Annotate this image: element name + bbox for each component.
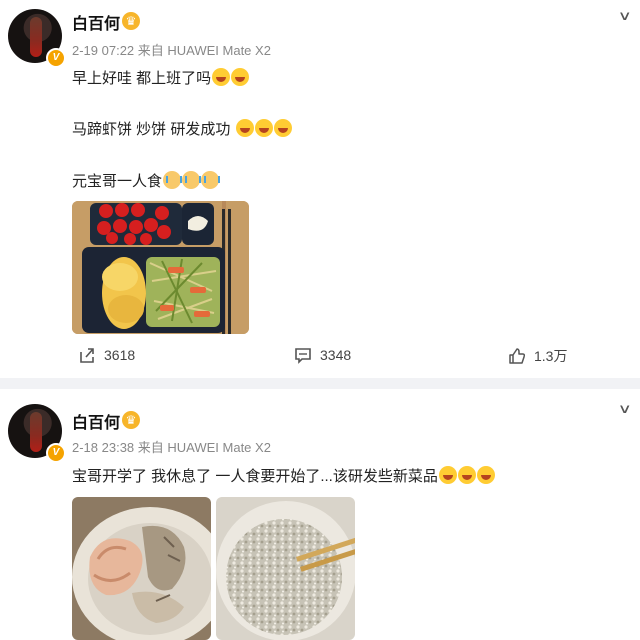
post-meta: 2-19 07:22 来自 HUAWEI Mate X2 — [72, 43, 271, 58]
post-text-line: 马蹄虾饼 炒饼 研发成功 — [72, 118, 292, 139]
username[interactable]: 白百何 — [72, 10, 120, 34]
post-text-line: 元宝哥一人食 — [72, 170, 221, 191]
laugh-emoji — [212, 68, 231, 86]
comment-button[interactable]: 3348 — [294, 346, 351, 364]
food-photo[interactable] — [72, 497, 211, 640]
post-text-line: 宝哥开学了 我休息了 一人食要开始了...该研发些新菜品 — [72, 465, 495, 486]
laugh-emoji — [476, 466, 495, 484]
verified-badge-icon: V — [46, 443, 66, 463]
cry-emoji — [182, 171, 202, 189]
like-button[interactable]: 1.3万 — [508, 346, 567, 366]
chevron-down-icon[interactable]: ∨ — [618, 8, 632, 24]
share-button[interactable]: 3618 — [78, 346, 135, 364]
post-text-line: 早上好哇 都上班了吗 — [72, 67, 250, 88]
share-count: 3618 — [104, 347, 136, 363]
like-icon — [509, 348, 526, 364]
laugh-emoji — [231, 68, 250, 86]
laugh-emoji — [438, 466, 457, 484]
laugh-emoji — [235, 119, 254, 137]
like-count: 1.3万 — [534, 348, 568, 364]
food-photo[interactable] — [216, 497, 355, 640]
username[interactable]: 白百何 — [72, 409, 120, 433]
cry-emoji — [201, 171, 221, 189]
verified-badge-icon: V — [46, 48, 66, 68]
cry-emoji — [163, 171, 183, 189]
food-photo-image — [216, 497, 355, 640]
chevron-down-icon[interactable]: ∨ — [618, 401, 632, 417]
food-photo-image — [72, 497, 211, 640]
vip-icon: ♛ — [122, 411, 140, 429]
laugh-emoji — [457, 466, 476, 484]
food-photo[interactable] — [72, 201, 249, 334]
laugh-emoji — [273, 119, 292, 137]
weibo-post: V 白百何 ♛ ∨ 2-19 07:22 来自 HUAWEI Mate X2 早… — [0, 0, 640, 378]
action-bar: 3618 3348 1.3万 — [0, 340, 640, 370]
food-photo-image — [72, 201, 249, 334]
comment-count: 3348 — [320, 347, 352, 363]
weibo-post: V 白百何 ♛ ∨ 2-18 23:38 来自 HUAWEI Mate X2 宝… — [0, 389, 640, 640]
post-meta: 2-18 23:38 来自 HUAWEI Mate X2 — [72, 440, 271, 455]
share-icon — [80, 348, 94, 363]
laugh-emoji — [254, 119, 273, 137]
vip-icon: ♛ — [122, 12, 140, 30]
comment-icon — [295, 348, 311, 364]
